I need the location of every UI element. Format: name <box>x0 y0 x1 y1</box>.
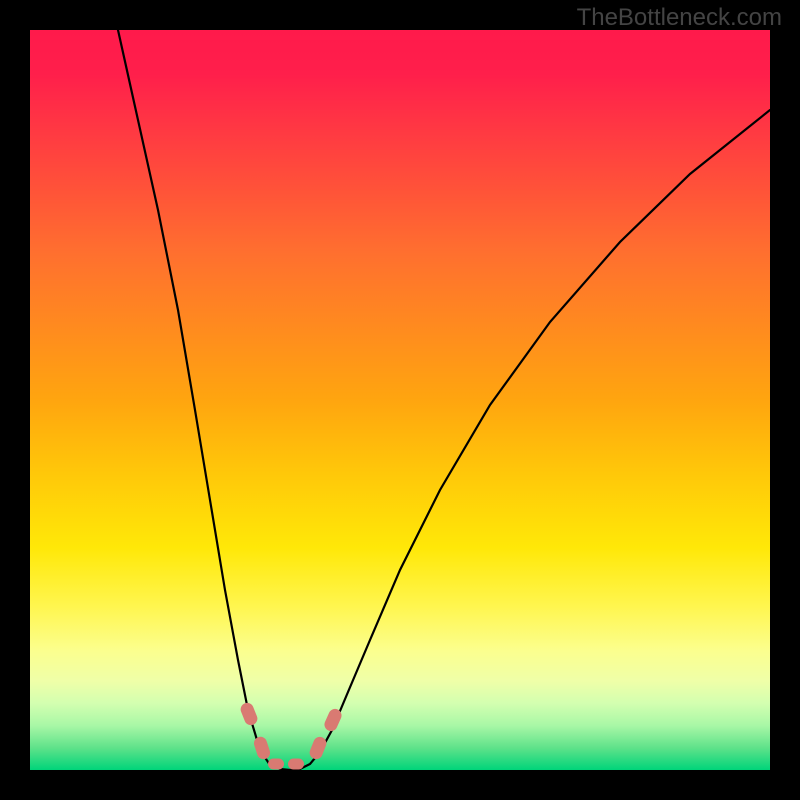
curve-marker <box>323 708 343 733</box>
curve-marker <box>269 759 284 769</box>
curve-marker <box>239 702 258 727</box>
curve-marker <box>289 759 304 769</box>
watermark-label: TheBottleneck.com <box>577 4 782 32</box>
curve-layer <box>30 30 770 770</box>
v-curve-line <box>118 30 770 770</box>
curve-marker <box>308 736 327 761</box>
curve-marker <box>253 736 271 761</box>
plot-area <box>30 30 770 770</box>
chart-viewport: TheBottleneck.com <box>0 0 800 800</box>
